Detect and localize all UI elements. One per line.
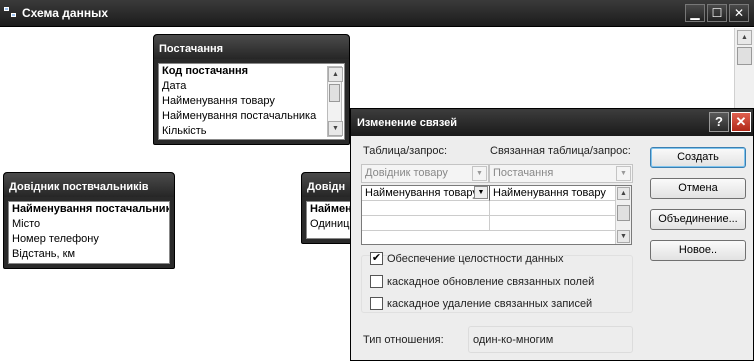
table-title[interactable]: Постачання — [154, 35, 349, 59]
new-relationship-button[interactable]: Новое.. — [650, 240, 746, 261]
create-button[interactable]: Создать — [650, 147, 746, 168]
grid-scrollbar[interactable]: ▲ ▼ — [615, 186, 631, 244]
join-type-button[interactable]: Объединение... — [650, 209, 746, 230]
dialog-title: Изменение связей — [351, 109, 753, 136]
cascade-update-checkbox[interactable] — [370, 275, 383, 288]
relation-type-value: один-ко-многим — [473, 334, 554, 346]
scroll-up-icon[interactable]: ▲ — [737, 30, 752, 45]
window-title: Схема данных — [22, 6, 108, 20]
left-field-value: Найменування товару — [365, 187, 478, 199]
related-table-select[interactable]: Постачання ▼ — [489, 164, 633, 183]
scroll-up-icon[interactable]: ▲ — [617, 187, 630, 200]
right-field-value: Найменування товару — [493, 187, 606, 199]
maximize-button[interactable]: ☐ — [707, 4, 727, 22]
enforce-integrity-checkbox[interactable]: ✔ — [370, 252, 383, 265]
cascade-delete-checkbox[interactable] — [370, 297, 383, 310]
field-item[interactable]: Найменування товару — [307, 202, 355, 217]
chevron-down-icon[interactable]: ▼ — [472, 166, 487, 181]
chevron-down-icon[interactable]: ▼ — [616, 166, 631, 181]
scroll-thumb[interactable] — [617, 205, 630, 221]
scroll-thumb[interactable] — [737, 47, 752, 65]
empty-cell[interactable] — [362, 201, 490, 216]
field-list[interactable]: Код постачання Дата Найменування товару … — [158, 63, 345, 140]
empty-cell[interactable] — [362, 216, 490, 231]
cascade-delete-label[interactable]: каскадное удаление связанных записей — [387, 298, 592, 310]
related-table-value: Постачання — [493, 167, 554, 179]
field-item[interactable]: Місто — [9, 217, 169, 232]
field-item[interactable]: Відстань, км — [9, 247, 169, 262]
field-item[interactable]: Найменування товару — [159, 94, 344, 109]
empty-cell[interactable] — [490, 216, 616, 231]
scroll-down-icon[interactable]: ▼ — [328, 121, 343, 136]
field-mapping-grid[interactable]: Найменування товару ▼ Найменування товар… — [361, 185, 632, 245]
minimize-button[interactable]: ▁ — [685, 4, 705, 22]
scroll-thumb[interactable] — [329, 84, 340, 102]
table-query-select[interactable]: Довідник товару ▼ — [361, 164, 489, 183]
scroll-down-icon[interactable]: ▼ — [617, 230, 630, 243]
right-field-cell[interactable]: Найменування товару — [490, 186, 616, 201]
table-query-label: Таблица/запрос: — [363, 145, 448, 157]
table-title[interactable]: Довідник поствчальників — [4, 173, 174, 197]
help-button[interactable]: ? — [709, 112, 729, 132]
related-table-label: Связанная таблица/запрос: — [490, 145, 631, 157]
field-item[interactable]: Одиниці — [307, 217, 355, 232]
field-item[interactable]: Найменування постачальника — [9, 202, 169, 217]
enforce-integrity-label[interactable]: Обеспечение целостности данных — [387, 253, 563, 265]
cascade-update-label[interactable]: каскадное обновление связанных полей — [387, 276, 594, 288]
field-list[interactable]: Найменування товару Одиниці — [306, 201, 356, 239]
cancel-button[interactable]: Отмена — [650, 178, 746, 199]
field-item[interactable]: Кількість — [159, 124, 344, 139]
relation-type-label: Тип отношения: — [363, 334, 444, 346]
table-query-value: Довідник товару — [365, 167, 448, 179]
scroll-up-icon[interactable]: ▲ — [328, 67, 343, 82]
field-item[interactable]: Найменування постачальника — [159, 109, 344, 124]
field-list[interactable]: Найменування постачальника Місто Номер т… — [8, 201, 170, 264]
table-postachannya[interactable]: Постачання Код постачання Дата Найменува… — [153, 34, 350, 145]
window-titlebar: Схема данных ▁ ☐ ✕ — [0, 0, 754, 27]
field-item[interactable]: Код постачання — [159, 64, 344, 79]
table-suppliers[interactable]: Довідник поствчальників Найменування пос… — [3, 172, 175, 269]
relationships-icon — [4, 7, 18, 19]
chevron-down-icon[interactable]: ▼ — [474, 186, 488, 199]
close-dialog-button[interactable]: ✕ — [731, 112, 751, 132]
field-item[interactable]: Номер телефону — [9, 232, 169, 247]
field-list-scrollbar[interactable]: ▲ ▼ — [327, 66, 343, 137]
left-field-cell[interactable]: Найменування товару ▼ — [362, 186, 490, 201]
close-window-button[interactable]: ✕ — [729, 4, 749, 22]
field-item[interactable]: Дата — [159, 79, 344, 94]
empty-cell[interactable] — [490, 201, 616, 216]
